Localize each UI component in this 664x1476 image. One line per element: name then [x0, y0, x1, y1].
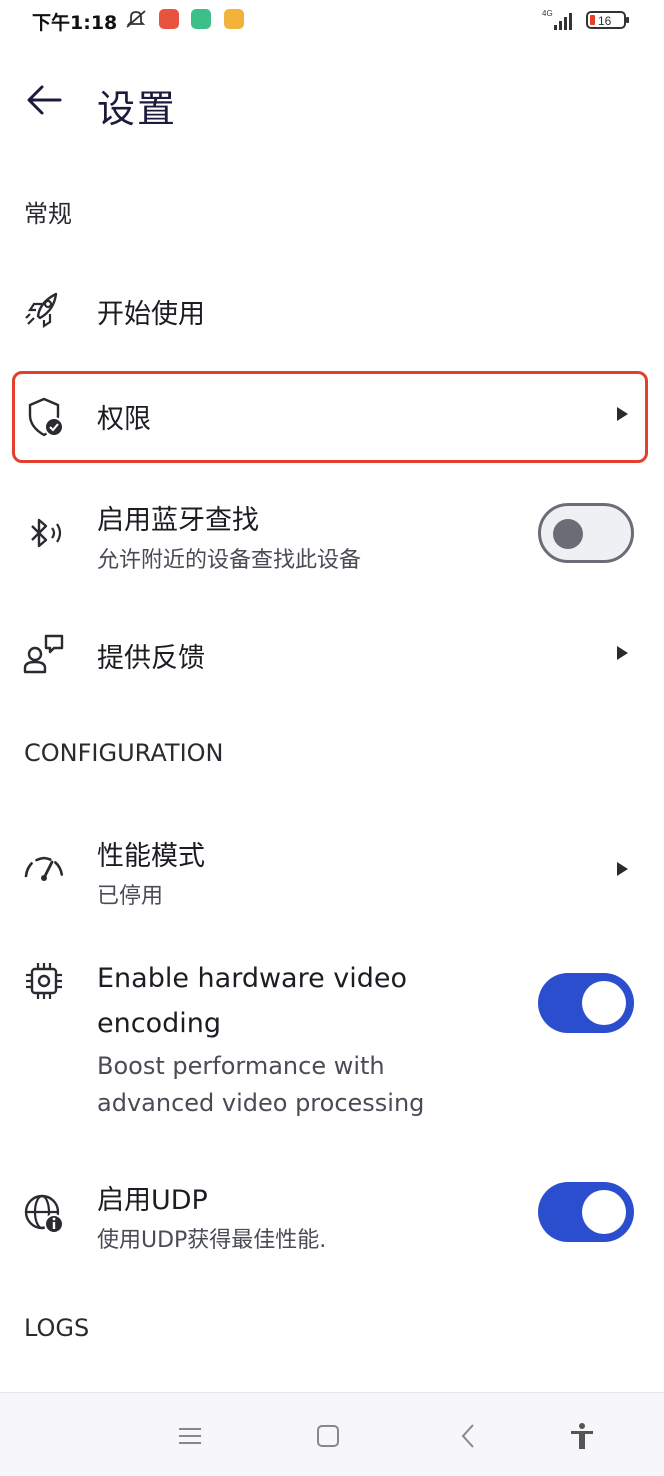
- system-nav-bar: [0, 1392, 664, 1476]
- hardware-encoding-title-line2: encoding: [97, 1008, 221, 1039]
- section-header-configuration: CONFIGURATION: [24, 739, 224, 767]
- hardware-encoding-toggle[interactable]: [538, 973, 634, 1033]
- battery-icon: 16: [586, 11, 629, 29]
- menu-icon[interactable]: [175, 1421, 205, 1451]
- performance-mode-title: 性能模式: [97, 841, 205, 872]
- highlight-box: [12, 371, 648, 463]
- chevron-right-icon: [617, 646, 628, 660]
- bluetooth-title: 启用蓝牙查找: [97, 505, 259, 536]
- feedback-title: 提供反馈: [97, 643, 205, 674]
- performance-mode-item[interactable]: 性能模式 已停用: [0, 822, 664, 918]
- bluetooth-subtitle: 允许附近的设备查找此设备: [97, 548, 362, 573]
- chevron-right-icon: [617, 862, 628, 876]
- status-time: 下午1:18: [32, 12, 118, 34]
- udp-toggle[interactable]: [538, 1182, 634, 1242]
- udp-item[interactable]: 启用UDP 使用UDP获得最佳性能.: [0, 1166, 664, 1262]
- toggle-knob: [582, 1190, 626, 1234]
- bell-muted-icon: [126, 10, 146, 28]
- page-title: 设置: [97, 87, 178, 131]
- get-started-title: 开始使用: [97, 299, 205, 330]
- speedometer-icon: [24, 856, 64, 881]
- hardware-encoding-subtitle-line2: advanced video processing: [97, 1089, 425, 1117]
- feedback-icon: [23, 634, 64, 674]
- battery-level: 16: [598, 14, 612, 28]
- section-header-logs: LOGS: [24, 1314, 90, 1342]
- toggle-knob: [553, 519, 583, 549]
- bluetooth-item[interactable]: 启用蓝牙查找 允许附近的设备查找此设备: [0, 488, 664, 584]
- chip-icon: [26, 963, 62, 999]
- bluetooth-icon: [31, 518, 62, 548]
- hardware-encoding-title-line1: Enable hardware video: [97, 963, 408, 994]
- performance-mode-subtitle: 已停用: [97, 884, 164, 909]
- signal-icon: 4G: [542, 9, 572, 30]
- app-notification-icon: [224, 9, 244, 29]
- rocket-icon: [25, 292, 58, 329]
- app-notification-icon: [159, 9, 179, 29]
- udp-title: 启用UDP: [97, 1185, 208, 1216]
- udp-subtitle: 使用UDP获得最佳性能.: [97, 1228, 327, 1253]
- back-button[interactable]: [22, 78, 66, 122]
- hardware-encoding-subtitle-line1: Boost performance with: [97, 1052, 385, 1080]
- home-icon[interactable]: [313, 1421, 343, 1451]
- bluetooth-toggle[interactable]: [538, 503, 634, 563]
- network-type: 4G: [542, 9, 553, 18]
- accessibility-icon[interactable]: [567, 1421, 597, 1451]
- globe-info-icon: [24, 1194, 64, 1234]
- toggle-knob: [582, 981, 626, 1025]
- back-nav-icon[interactable]: [454, 1421, 484, 1451]
- app-notification-icon: [191, 9, 211, 29]
- feedback-item[interactable]: 提供反馈: [0, 612, 664, 696]
- section-header-general: 常规: [24, 200, 72, 228]
- status-bar: 下午1:18 4G 16: [0, 0, 664, 44]
- hardware-encoding-item[interactable]: Enable hardware video encoding Boost per…: [0, 955, 664, 1130]
- get-started-item[interactable]: 开始使用: [0, 268, 664, 352]
